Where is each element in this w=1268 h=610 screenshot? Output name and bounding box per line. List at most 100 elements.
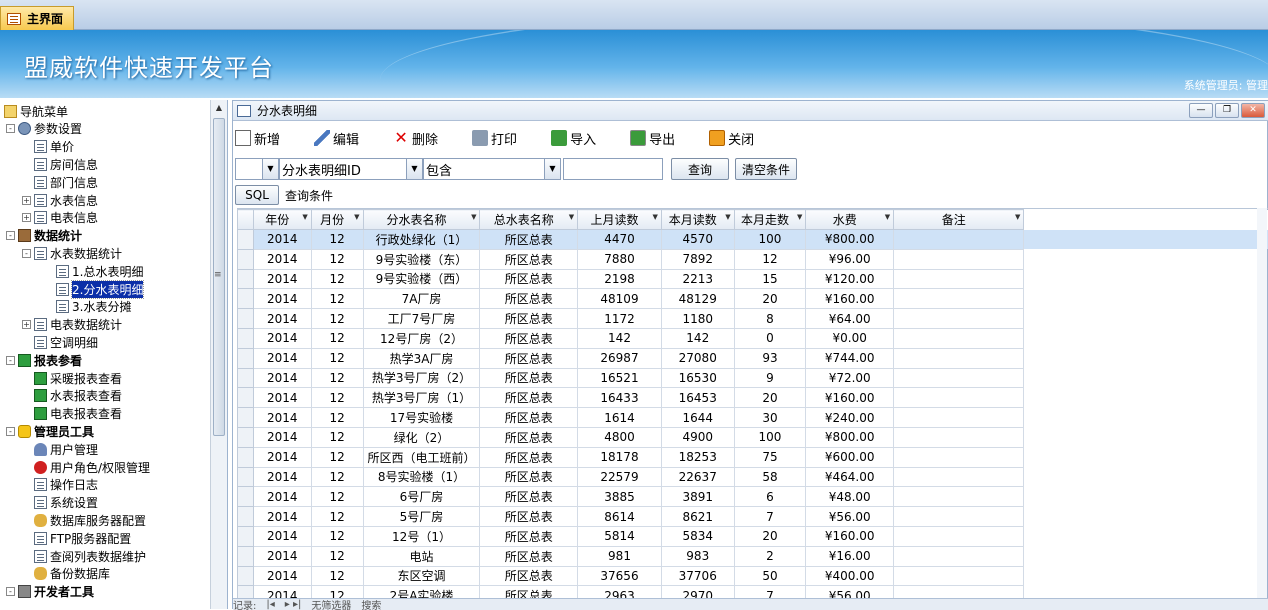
table-cell[interactable]: 12 bbox=[311, 309, 363, 329]
row-selector[interactable] bbox=[238, 467, 254, 487]
table-cell[interactable]: ¥160.00 bbox=[806, 388, 894, 408]
nav-item[interactable]: 单价 bbox=[22, 138, 74, 156]
table-cell[interactable]: 22637 bbox=[661, 467, 734, 487]
table-cell[interactable]: 12 bbox=[311, 467, 363, 487]
restore-button[interactable]: ❐ bbox=[1215, 103, 1239, 118]
expander-icon[interactable]: - bbox=[6, 231, 15, 240]
table-cell[interactable]: 12 bbox=[311, 289, 363, 309]
table-cell[interactable]: 2014 bbox=[253, 566, 311, 586]
table-row[interactable]: 2014122号A实验楼所区总表296329707¥56.00 bbox=[238, 586, 1268, 598]
column-header[interactable]: 总水表名称▼ bbox=[480, 210, 578, 230]
minimize-button[interactable]: — bbox=[1189, 103, 1213, 118]
nav-item[interactable]: -管理员工具 bbox=[6, 422, 94, 440]
row-selector[interactable] bbox=[238, 566, 254, 586]
nav-item[interactable]: -数据统计 bbox=[6, 227, 82, 245]
table-cell[interactable]: 东区空调 bbox=[363, 566, 480, 586]
table-cell[interactable] bbox=[894, 289, 1024, 309]
table-cell[interactable]: 22579 bbox=[578, 467, 662, 487]
nav-item[interactable]: -报表参看 bbox=[6, 351, 82, 369]
table-cell[interactable]: 16521 bbox=[578, 368, 662, 388]
clear-conditions-button[interactable]: 清空条件 bbox=[735, 158, 797, 180]
nav-item[interactable]: 查阅列表数据维护 bbox=[22, 547, 146, 565]
print-button[interactable]: 打印 bbox=[472, 129, 517, 148]
table-cell[interactable]: 所区总表 bbox=[480, 427, 578, 447]
nav-item[interactable]: +水表信息 bbox=[22, 191, 98, 209]
table-cell[interactable]: 1644 bbox=[661, 408, 734, 428]
table-cell[interactable]: 电站 bbox=[363, 546, 480, 566]
row-selector-header[interactable] bbox=[238, 210, 254, 230]
table-cell[interactable]: 12 bbox=[311, 487, 363, 507]
nav-item[interactable]: 系统设置 bbox=[22, 494, 98, 512]
expander-icon[interactable]: + bbox=[22, 196, 31, 205]
table-cell[interactable]: 所区总表 bbox=[480, 467, 578, 487]
table-cell[interactable]: 4900 bbox=[661, 427, 734, 447]
table-cell[interactable]: 12 bbox=[311, 408, 363, 428]
table-cell[interactable]: 2963 bbox=[578, 586, 662, 598]
table-cell[interactable]: 12 bbox=[311, 526, 363, 546]
table-cell[interactable]: ¥240.00 bbox=[806, 408, 894, 428]
column-header[interactable]: 水费▼ bbox=[806, 210, 894, 230]
table-row[interactable]: 201412热学3号厂房（1）所区总表164331645320¥160.00 bbox=[238, 388, 1268, 408]
row-selector[interactable] bbox=[238, 328, 254, 348]
nav-scrollbar[interactable]: ▲ ≡ bbox=[210, 100, 227, 609]
expander-icon[interactable]: + bbox=[22, 320, 31, 329]
logic-select[interactable]: ▼ bbox=[235, 158, 279, 180]
table-cell[interactable]: 12 bbox=[311, 348, 363, 368]
table-cell[interactable]: 12 bbox=[311, 507, 363, 527]
table-cell[interactable]: 8号实验楼（1） bbox=[363, 467, 480, 487]
row-selector[interactable] bbox=[238, 546, 254, 566]
table-cell[interactable]: 所区总表 bbox=[480, 269, 578, 289]
table-cell[interactable]: 所区总表 bbox=[480, 249, 578, 269]
table-cell[interactable] bbox=[894, 487, 1024, 507]
row-selector[interactable] bbox=[238, 427, 254, 447]
table-row[interactable]: 201412电站所区总表9819832¥16.00 bbox=[238, 546, 1268, 566]
close-button[interactable]: 关闭 bbox=[709, 129, 754, 148]
grid-scrollbar[interactable] bbox=[1257, 208, 1267, 598]
table-cell[interactable] bbox=[894, 467, 1024, 487]
operator-select[interactable]: 包含▼ bbox=[423, 158, 561, 180]
table-cell[interactable]: 2014 bbox=[253, 546, 311, 566]
column-filter-icon[interactable]: ▼ bbox=[885, 213, 890, 221]
table-cell[interactable]: 12号（1） bbox=[363, 526, 480, 546]
close-window-button[interactable]: ✕ bbox=[1241, 103, 1265, 118]
table-cell[interactable]: 1180 bbox=[661, 309, 734, 329]
table-cell[interactable]: 48129 bbox=[661, 289, 734, 309]
table-cell[interactable]: 2014 bbox=[253, 249, 311, 269]
column-filter-icon[interactable]: ▼ bbox=[797, 213, 802, 221]
nav-item[interactable]: 数据库服务器配置 bbox=[22, 511, 146, 529]
table-cell[interactable]: 2014 bbox=[253, 467, 311, 487]
table-cell[interactable]: 6 bbox=[734, 487, 806, 507]
field-select[interactable]: 分水表明细ID▼ bbox=[279, 158, 423, 180]
table-cell[interactable] bbox=[894, 348, 1024, 368]
nav-item[interactable]: 水表报表查看 bbox=[22, 387, 122, 405]
table-cell[interactable]: 18178 bbox=[578, 447, 662, 467]
search-label[interactable]: 搜索 bbox=[361, 598, 381, 610]
table-cell[interactable]: 7892 bbox=[661, 249, 734, 269]
table-cell[interactable]: 5834 bbox=[661, 526, 734, 546]
table-cell[interactable]: 8614 bbox=[578, 507, 662, 527]
nav-item[interactable]: +电表数据统计 bbox=[22, 316, 122, 334]
column-filter-icon[interactable]: ▼ bbox=[569, 213, 574, 221]
table-cell[interactable]: 2213 bbox=[661, 269, 734, 289]
table-cell[interactable]: 983 bbox=[661, 546, 734, 566]
delete-button[interactable]: ✕删除 bbox=[393, 129, 438, 148]
table-cell[interactable]: 58 bbox=[734, 467, 806, 487]
table-cell[interactable]: 7880 bbox=[578, 249, 662, 269]
table-cell[interactable]: 12 bbox=[311, 447, 363, 467]
table-cell[interactable] bbox=[894, 230, 1024, 250]
table-cell[interactable]: 所区总表 bbox=[480, 348, 578, 368]
column-header[interactable]: 本月读数▼ bbox=[661, 210, 734, 230]
table-cell[interactable]: 12 bbox=[311, 368, 363, 388]
table-cell[interactable]: 2014 bbox=[253, 586, 311, 598]
table-cell[interactable]: 37706 bbox=[661, 566, 734, 586]
table-cell[interactable]: 37656 bbox=[578, 566, 662, 586]
row-selector[interactable] bbox=[238, 368, 254, 388]
column-header[interactable]: 备注▼ bbox=[894, 210, 1024, 230]
table-row[interactable]: 20141212号（1）所区总表5814583420¥160.00 bbox=[238, 526, 1268, 546]
table-cell[interactable]: ¥56.00 bbox=[806, 507, 894, 527]
row-selector[interactable] bbox=[238, 249, 254, 269]
table-cell[interactable] bbox=[894, 507, 1024, 527]
table-cell[interactable]: 12 bbox=[311, 328, 363, 348]
table-row[interactable]: 2014129号实验楼（西）所区总表2198221315¥120.00 bbox=[238, 269, 1268, 289]
column-filter-icon[interactable]: ▼ bbox=[652, 213, 657, 221]
